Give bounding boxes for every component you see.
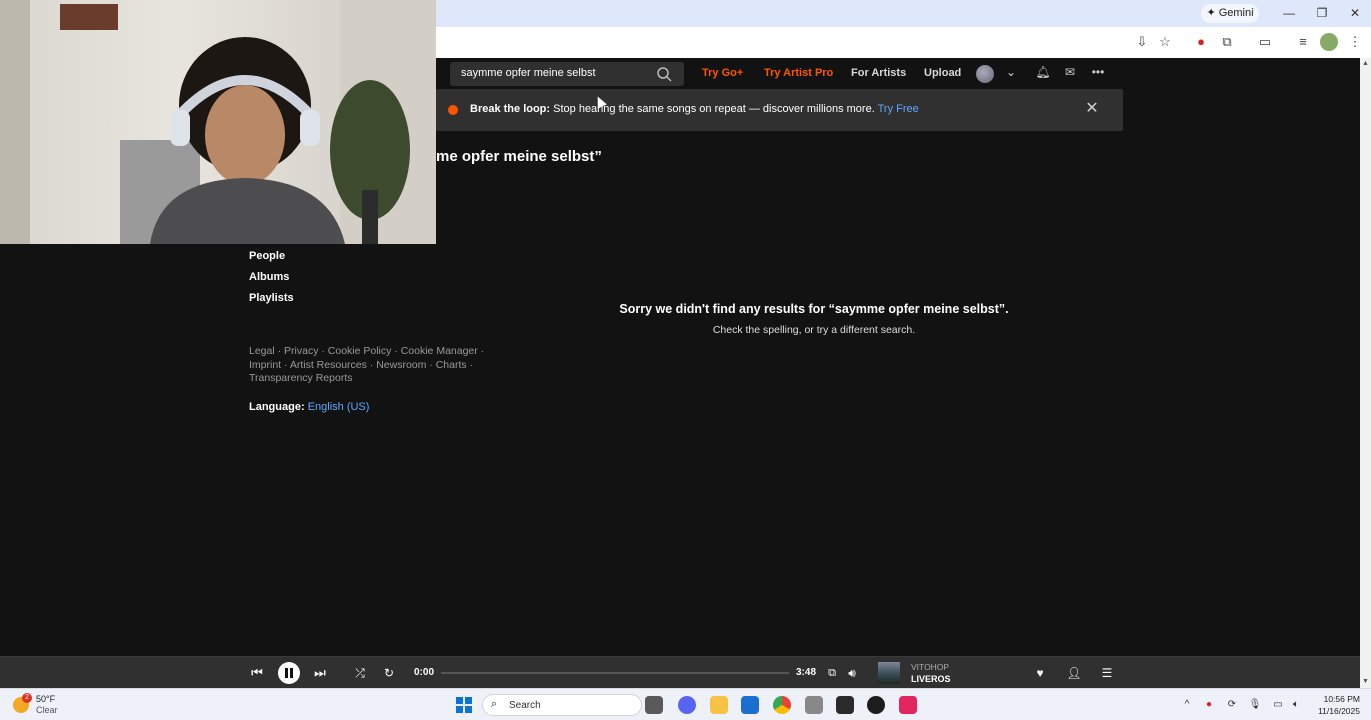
weather-badge: 2 [22, 693, 32, 703]
language-link[interactable]: English (US) [308, 401, 370, 413]
messages-mail-icon[interactable]: ✉ [1062, 64, 1078, 80]
scroll-down-icon[interactable]: ▼ [1362, 678, 1369, 685]
previous-track-icon[interactable]: ⏮ [249, 664, 265, 682]
banner-text: Break the loop: Stop hearing the same so… [470, 103, 919, 115]
avatar[interactable] [976, 65, 994, 83]
restore-icon[interactable]: ❐ [1312, 4, 1332, 22]
epic-games-icon[interactable] [836, 696, 854, 714]
sidebar-item-people[interactable]: People [249, 250, 285, 262]
tray-sync-icon[interactable]: ⟳ [1225, 698, 1239, 712]
try-free-link[interactable]: Try Free [878, 103, 919, 115]
clock-time[interactable]: 10:56 PM [1314, 694, 1360, 704]
cast-icon[interactable]: ⧉ [824, 664, 840, 682]
extension-badge-icon[interactable]: ● [1192, 33, 1210, 51]
chevron-down-icon[interactable]: ⌄ [1003, 64, 1019, 80]
follow-user-icon[interactable]: 👤︎ [1066, 664, 1082, 682]
tray-app-icon[interactable]: ● [1202, 698, 1216, 712]
promo-banner: Break the loop: Stop hearing the same so… [436, 89, 1123, 131]
tray-chevron-up-icon[interactable]: ^ [1180, 698, 1194, 712]
upload-link[interactable]: Upload [924, 67, 961, 79]
queue-icon[interactable]: ☰ [1099, 664, 1115, 682]
track-artwork[interactable] [878, 662, 900, 684]
discord-icon[interactable] [678, 696, 696, 714]
weather-temp[interactable]: 50°F [36, 694, 55, 704]
close-icon[interactable]: ✕ [1345, 4, 1365, 22]
browser-menu-icon[interactable]: ⋮ [1346, 33, 1364, 51]
webcam-feed [0, 0, 436, 244]
task-view-icon[interactable] [645, 696, 663, 714]
profile-avatar-icon[interactable] [1320, 33, 1338, 51]
close-icon[interactable]: ✕ [1083, 100, 1101, 118]
reading-list-icon[interactable]: ≡ [1294, 33, 1312, 51]
like-heart-icon[interactable]: ♥ [1032, 664, 1048, 682]
try-go-link[interactable]: Try Go+ [702, 67, 743, 79]
page-scrollbar[interactable]: ▲ ▼ [1360, 58, 1371, 688]
bookmark-star-icon[interactable]: ☆ [1156, 33, 1174, 51]
windows-taskbar: 2 50°F Clear ⌕ Search ^ ● ⟳ 🎙︎ ▭ 🔈︎ 10:5… [0, 688, 1371, 720]
search-icon: ⌕ [491, 698, 498, 710]
clock-date[interactable]: 11/16/2025 [1310, 706, 1360, 716]
store-icon[interactable] [741, 696, 759, 714]
track-title[interactable]: LIVEROS [911, 674, 951, 684]
media-control-icon[interactable]: ▭ [1256, 33, 1274, 51]
search-input[interactable]: saymme opfer meine selbst [461, 67, 596, 79]
progress-bar[interactable] [441, 672, 789, 674]
track-artist[interactable]: VITOHOP [911, 662, 949, 672]
gemini-label: Gemini [1218, 7, 1254, 19]
webcam-overlay [0, 0, 436, 244]
start-windows-icon[interactable] [456, 697, 472, 713]
install-app-icon[interactable]: ⇩ [1133, 33, 1151, 51]
network-icon[interactable]: ▭ [1271, 698, 1285, 712]
banner-bold: Break the loop: [470, 103, 551, 115]
banner-icon [448, 105, 458, 115]
for-artists-link[interactable]: For Artists [851, 67, 906, 79]
app-icon[interactable] [867, 696, 885, 714]
page-title: me opfer meine selbst” [436, 148, 602, 165]
more-options-icon[interactable]: ••• [1090, 64, 1106, 80]
steam-icon[interactable] [805, 696, 823, 714]
search-box[interactable]: saymme opfer meine selbst [450, 62, 684, 86]
try-artist-pro-link[interactable]: Try Artist Pro [764, 67, 833, 79]
language-selector[interactable]: Language: English (US) [249, 401, 369, 413]
notifications-bell-icon[interactable]: 🔔︎ [1035, 64, 1051, 80]
next-track-icon[interactable]: ⏭ [312, 664, 328, 682]
sidebar-item-albums[interactable]: Albums [249, 271, 289, 283]
tiktok-icon[interactable] [899, 696, 917, 714]
weather-condition[interactable]: Clear [36, 705, 58, 715]
gemini-button[interactable]: ✦ Gemini [1201, 4, 1259, 23]
minimize-icon[interactable]: — [1279, 4, 1299, 22]
duration: 3:48 [796, 667, 817, 678]
extensions-puzzle-icon[interactable]: ⧉ [1218, 33, 1236, 51]
repeat-icon[interactable]: ↻ [381, 664, 397, 682]
player-bar: ⏮ ⏭ ⤮ ↻ 0:00 3:48 ⧉ 🔊︎ VITOHOP LIVEROS ♥… [0, 656, 1360, 688]
taskbar-search[interactable]: ⌕ Search [482, 694, 642, 716]
sidebar-item-playlists[interactable]: Playlists [249, 292, 294, 304]
chrome-icon[interactable] [773, 696, 791, 714]
search-icon[interactable] [656, 66, 672, 82]
empty-state-title: Sorry we didn't find any results for “sa… [619, 302, 1009, 316]
scroll-up-icon[interactable]: ▲ [1362, 60, 1369, 67]
empty-state-subtitle: Check the spelling, or try a different s… [712, 324, 916, 336]
shuffle-icon[interactable]: ⤮ [352, 664, 368, 682]
file-explorer-icon[interactable] [710, 696, 728, 714]
current-time: 0:00 [414, 667, 435, 678]
volume-icon[interactable]: 🔊︎ [844, 664, 860, 682]
speaker-icon[interactable]: 🔈︎ [1289, 698, 1303, 712]
microphone-icon[interactable]: 🎙︎ [1248, 698, 1262, 712]
language-label: Language: [249, 401, 305, 413]
taskbar-search-label: Search [509, 700, 541, 711]
pause-button[interactable] [278, 662, 300, 684]
footer-links[interactable]: Legal · Privacy · Cookie Policy · Cookie… [249, 345, 494, 386]
